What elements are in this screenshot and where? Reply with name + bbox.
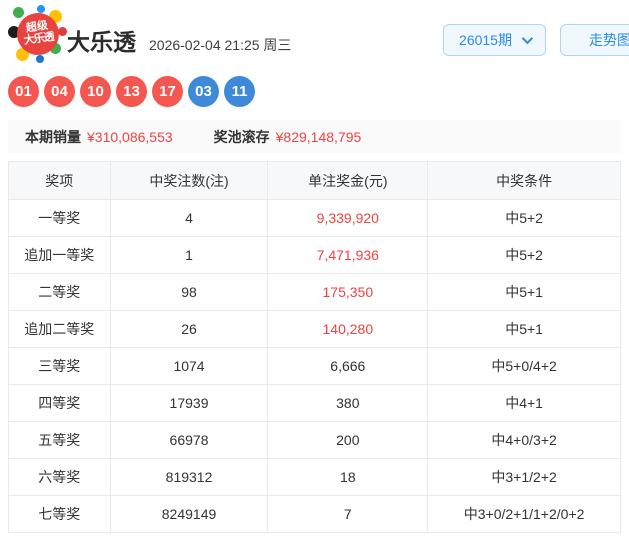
sales-bar: 本期销量 ¥310,086,553 奖池滚存 ¥829,148,795 [8,120,621,153]
win-condition: 中5+2 [427,199,621,237]
logo-text-line2: 大乐透 [23,30,55,47]
lotto-ball-back: 03 [188,76,219,107]
table-row: 一等奖 4 9,339,920 中5+2 [8,199,621,237]
prize-name: 追加一等奖 [8,236,111,274]
winner-count: 66978 [109,421,269,459]
table-row: 二等奖 98 175,350 中5+1 [8,273,621,311]
prize-amount: 7 [267,495,429,533]
prize-name: 五等奖 [8,421,111,459]
prize-table-body: 一等奖 4 9,339,920 中5+2 追加一等奖 1 7,471,936 中5+2 二等奖 9… [8,199,621,533]
win-condition: 中3+1/2+2 [427,458,621,496]
winner-count: 1074 [109,347,269,385]
lotto-ball-front: 13 [116,76,147,107]
draw-datetime: 2026-02-04 21:25 周三 [149,37,292,53]
lotto-ball-back: 11 [224,76,255,107]
win-condition: 中4+0/3+2 [427,421,621,459]
prize-name: 二等奖 [8,273,111,311]
winner-count: 98 [109,273,269,311]
table-row: 三等奖 1074 6,666 中5+0/4+2 [8,347,621,385]
issue-select-value: 26015期 [459,32,512,48]
prize-amount: 6,666 [267,347,429,385]
trend-chart-button-label: 走势图 [589,32,629,48]
prize-amount: 200 [267,421,429,459]
prize-table-header-row: 奖项 中奖注数(注) 单注奖金(元) 中奖条件 [8,161,621,200]
win-condition: 中5+1 [427,310,621,348]
prize-amount: 9,339,920 [267,199,429,237]
lotto-ball-front: 01 [8,76,39,107]
sales-label: 本期销量 [25,128,81,145]
win-condition: 中3+0/2+1/1+2/0+2 [427,495,621,533]
column-header-prize-amount: 单注奖金(元) [267,161,429,200]
logo-dot [58,27,67,36]
winner-count: 8249149 [109,495,269,533]
pool-label: 奖池滚存 [213,128,270,145]
prize-name: 一等奖 [8,199,111,237]
prize-name: 六等奖 [8,458,111,496]
prize-amount: 140,280 [267,310,429,348]
header: 超级 大乐透 大乐透 2026-02-04 21:25 周三 26015期 走势… [0,0,629,64]
table-row: 七等奖 8249149 7 中3+0/2+1/1+2/0+2 [8,495,621,533]
prize-amount: 18 [267,458,429,496]
super-lotto-logo: 超级 大乐透 [8,5,67,63]
winner-count: 17939 [109,384,269,422]
lotto-ball-front: 10 [80,76,111,107]
table-row: 四等奖 17939 380 中4+1 [8,384,621,422]
win-condition: 中5+0/4+2 [427,347,621,385]
column-header-winner-count: 中奖注数(注) [109,161,269,200]
prize-table: 奖项 中奖注数(注) 单注奖金(元) 中奖条件 一等奖 4 9,339,920 中5+… [8,161,621,533]
prize-amount: 7,471,936 [267,236,429,274]
lotto-ball-front: 17 [152,76,183,107]
table-row: 五等奖 66978 200 中4+0/3+2 [8,421,621,459]
table-row: 追加一等奖 1 7,471,936 中5+2 [8,236,621,274]
prize-amount: 380 [267,384,429,422]
logo-dot [13,7,24,18]
win-condition: 中5+1 [427,273,621,311]
chevron-down-icon [521,32,534,45]
sales-value: ¥310,086,553 [87,128,173,145]
winner-count: 1 [109,236,269,274]
lotto-ball-front: 04 [44,76,75,107]
winner-count: 4 [109,199,269,237]
logo-dot [36,55,44,63]
prize-name: 追加二等奖 [8,310,111,348]
prize-amount: 175,350 [267,273,429,311]
column-header-prize: 奖项 [8,161,111,200]
pool-value: ¥829,148,795 [275,128,362,145]
win-condition: 中4+1 [427,384,621,422]
column-header-win-condition: 中奖条件 [427,161,621,200]
prize-name: 四等奖 [8,384,111,422]
logo-dot [37,5,45,13]
winner-count: 26 [109,310,269,348]
table-row: 六等奖 819312 18 中3+1/2+2 [8,458,621,496]
title-wrap: 大乐透 2026-02-04 21:25 周三 [67,23,291,57]
prize-name: 七等奖 [8,495,111,533]
winner-count: 819312 [109,458,269,496]
trend-chart-button[interactable]: 走势图 [560,24,629,56]
issue-select[interactable]: 26015期 [443,24,546,56]
draw-numbers: 01 04 10 13 17 03 11 [8,76,629,107]
table-row: 追加二等奖 26 140,280 中5+1 [8,310,621,348]
prize-name: 三等奖 [8,347,111,385]
page-title: 大乐透 [67,29,136,55]
win-condition: 中5+2 [427,236,621,274]
